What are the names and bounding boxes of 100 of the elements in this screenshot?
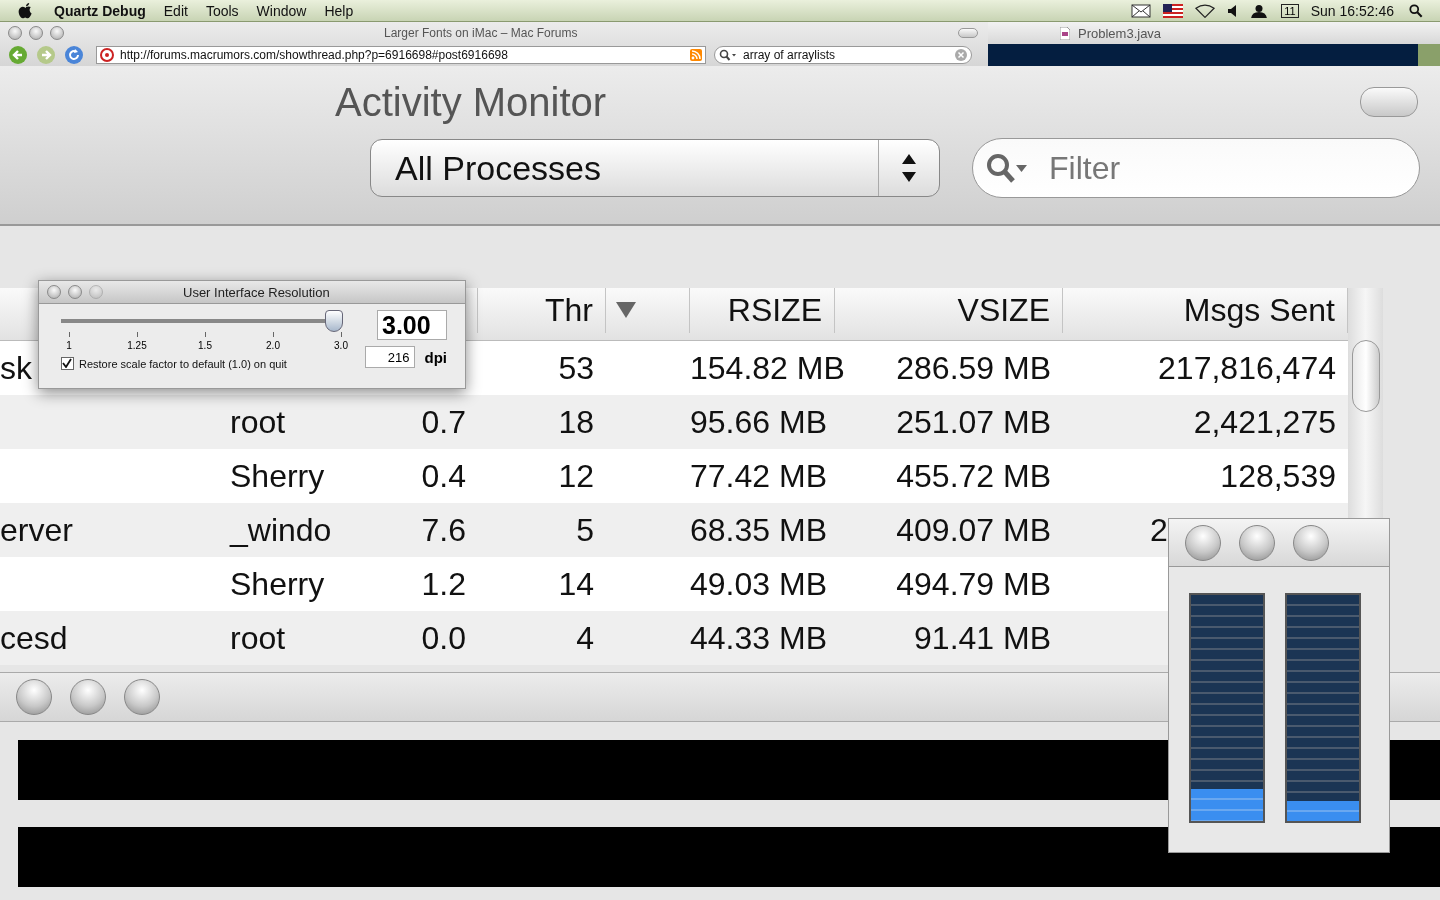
window-button[interactable] [50,26,64,40]
table-cell: cesd [0,619,68,656]
tick-label: 1.25 [127,340,147,351]
process-popup[interactable]: All Processes [370,139,940,197]
mail-icon[interactable] [1131,3,1152,18]
window-button[interactable] [68,285,82,299]
unit-label: dpi [424,348,447,366]
window-title: Activity Monitor [335,79,607,125]
column-header[interactable]: RSIZE [690,288,835,333]
back-button[interactable] [8,45,28,65]
round-button[interactable] [1239,524,1275,561]
table-cell: 95.66 MB [690,403,827,440]
menu-item[interactable]: Quartz Debug [54,2,146,19]
forward-button[interactable] [36,45,56,65]
address-field[interactable]: http://forums.macrumors.com/showthread.php?p=6916698#post6916698 [96,46,706,64]
table-cell: 0.7 [421,403,466,440]
table-cell: _windo [230,511,332,548]
slider-thumb[interactable] [325,310,343,332]
window-title: Larger Fonts on iMac – Mac Forums [384,26,578,40]
round-button[interactable] [70,679,106,715]
favicon-icon [100,48,114,62]
table-cell: 49.03 MB [690,565,827,602]
window-title: User Interface Resolution [183,284,330,300]
tick-label: 1.5 [198,340,212,351]
scroll-thumb[interactable] [1351,340,1380,412]
user-icon[interactable] [1249,3,1270,18]
table-cell: 217,816,474 [1158,349,1336,386]
table-cell: 494.79 MB [896,565,1051,602]
wifi-icon[interactable] [1195,3,1216,18]
round-button[interactable] [1293,524,1329,561]
table-cell: 128,539 [1220,457,1336,494]
table-cell: 18 [558,403,594,440]
menu-item[interactable]: Window [256,2,307,19]
document-icon [1060,26,1070,40]
table-cell: 4 [576,619,594,656]
tick-mark [204,332,206,337]
tick-mark [136,332,138,337]
menu-item[interactable]: Help [324,2,354,19]
table-cell: 0.4 [421,457,466,494]
filter-field[interactable]: Filter [972,138,1420,198]
speaker-icon[interactable] [1227,3,1238,18]
round-button[interactable] [1185,524,1221,561]
search-field[interactable]: array of arraylists [714,46,972,64]
table-cell: 44.33 MB [690,619,827,656]
table-cell: 286.59 MB [896,349,1051,386]
column-header[interactable]: Thr [478,288,606,333]
table-cell: 154.82 MB [690,349,845,386]
menu-item[interactable]: Tools [205,2,239,19]
flag-icon[interactable] [1163,3,1184,18]
table-cell: 12 [558,457,594,494]
tick-mark [272,332,274,337]
table-cell: 53 [558,349,594,386]
window-button[interactable] [89,285,103,299]
tick-mark [68,332,70,337]
table-cell: 5 [576,511,594,548]
table-cell: 91.41 MB [914,619,1051,656]
apple-icon[interactable] [18,1,34,20]
tick-label: 1 [66,340,72,351]
table-cell: Sherry [230,457,325,494]
table-row[interactable]: erver _windo 7.6 5 68.35 MB 409.07 MB 2 [0,503,1348,557]
window-button[interactable] [8,26,22,40]
table-cell: Sherry [230,565,325,602]
scale-field[interactable]: 3.00 [377,310,447,340]
tick-label: 3.0 [334,340,348,351]
table-cell: 7.6 [421,511,466,548]
round-button[interactable] [16,679,52,715]
table-row[interactable]: root 0.7 18 95.66 MB 251.07 MB 2,421,275 [0,395,1348,449]
table-cell: 455.72 MB [896,457,1051,494]
table-cell: 409.07 MB [896,511,1051,548]
search-icon [719,49,737,61]
table-cell: root [230,619,286,656]
window-button[interactable] [47,285,61,299]
sort-arrow-icon[interactable] [616,302,636,319]
table-cell: 2 [1150,511,1168,548]
checkmark-icon [62,358,72,368]
table-cell: 68.35 MB [690,511,827,548]
toolbar-toggle-button[interactable] [958,28,978,38]
reload-button[interactable] [64,45,84,65]
table-cell: 1.2 [421,565,466,602]
clear-icon[interactable] [955,49,967,61]
clock[interactable]: Sun 16:52:46 [1310,2,1394,19]
table-cell: 0.0 [421,619,466,656]
rss-icon[interactable] [690,49,702,61]
checkbox[interactable] [61,357,74,370]
column-header[interactable]: VSIZE [835,288,1063,333]
table-cell: 251.07 MB [896,403,1051,440]
search-icon [986,153,1028,183]
menu-item[interactable]: Edit [163,2,188,19]
checkbox-label[interactable]: Restore scale factor to default (1.0) on quit [79,357,287,370]
tick-label: 2.0 [266,340,280,351]
table-cell: 77.42 MB [690,457,827,494]
tick-mark [340,332,342,337]
window-title: Problem3.java [1078,25,1162,41]
dpi-field[interactable]: 216 [364,346,415,368]
toolbar-toggle-button[interactable] [1360,87,1418,117]
table-cell: root [230,403,286,440]
calendar-icon[interactable]: 11 [1281,3,1299,18]
table-cell: erver [0,511,73,548]
round-button[interactable] [124,679,160,715]
window-button[interactable] [29,26,43,40]
